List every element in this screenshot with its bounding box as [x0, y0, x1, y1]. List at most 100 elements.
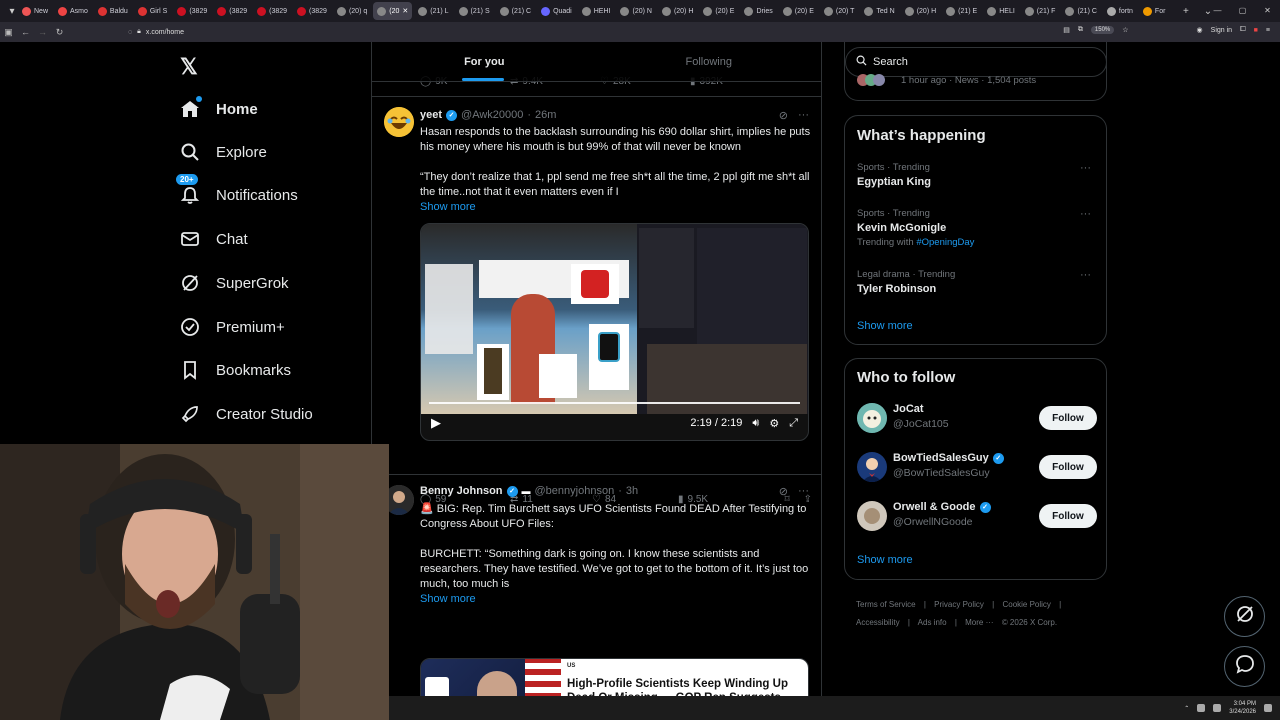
volume-icon[interactable]	[1213, 704, 1222, 712]
maximize-icon[interactable]: ▢	[1230, 0, 1255, 22]
sidebar-toggle-icon[interactable]: ▣	[0, 27, 17, 38]
browser-tab[interactable]: (21) S	[455, 2, 494, 20]
browser-tab[interactable]: New	[18, 2, 52, 20]
avatar[interactable]	[857, 452, 887, 482]
extensions-icon[interactable]: ⧠	[1240, 26, 1246, 34]
browser-tab[interactable]: (3829	[213, 2, 251, 20]
footer-link[interactable]: Cookie Policy	[1002, 600, 1050, 609]
author-handle[interactable]: @Awk20000	[461, 109, 523, 121]
browser-tab[interactable]: (20) E	[779, 2, 818, 20]
fullscreen-icon[interactable]: ⤢	[789, 417, 798, 430]
zoom-level[interactable]: 150%	[1090, 26, 1115, 34]
monitor-icon[interactable]	[1197, 704, 1206, 712]
grok-icon[interactable]: ⊘	[779, 109, 788, 122]
browser-tab[interactable]: (20) q	[333, 2, 371, 20]
browser-tab[interactable]: (21) L	[414, 2, 452, 20]
close-tab-icon[interactable]: ✕	[402, 7, 408, 15]
messages-fab[interactable]	[1224, 646, 1265, 687]
grok-fab[interactable]	[1224, 596, 1265, 637]
browser-tab[interactable]: (3829	[293, 2, 331, 20]
browser-tab[interactable]: For	[1139, 2, 1172, 20]
trend-hashtag[interactable]: #OpeningDay	[916, 237, 974, 248]
nav-item-supergrok[interactable]: SuperGrok	[180, 268, 289, 298]
nav-item-premium[interactable]: Premium+	[180, 312, 285, 342]
browser-tab[interactable]: (20) H	[658, 2, 697, 20]
extension-red-icon[interactable]: ■	[1254, 27, 1258, 34]
nav-item-creator-studio[interactable]: Creator Studio	[180, 399, 313, 429]
more-options-icon[interactable]: ···	[1080, 162, 1091, 174]
show-more-link[interactable]: Show more	[420, 200, 812, 215]
browser-tab[interactable]: (21) C	[1061, 2, 1100, 20]
pip-icon[interactable]: ⧉	[1078, 26, 1083, 34]
tweet-time[interactable]: 3h	[626, 485, 638, 497]
more-options-icon[interactable]: ···	[1080, 208, 1091, 220]
new-tab-icon[interactable]: +	[1178, 6, 1194, 17]
more-options-icon[interactable]: ···	[798, 485, 809, 498]
footer-link[interactable]: More ···	[965, 618, 993, 627]
footer-link[interactable]: Terms of Service	[856, 600, 916, 609]
forward-icon[interactable]: →	[34, 27, 51, 37]
star-icon[interactable]: ☆	[1122, 26, 1128, 34]
follow-button[interactable]: Follow	[1039, 455, 1097, 479]
tweet-benny-johnson[interactable]: Benny Johnson ✓ ▬ @bennyjohnson · 3h ⊘ ·…	[372, 474, 821, 696]
browser-tab[interactable]: (3829	[173, 2, 211, 20]
browser-tab[interactable]: (20) H	[901, 2, 940, 20]
close-window-icon[interactable]: ✕	[1255, 0, 1280, 22]
footer-link[interactable]: Accessibility	[856, 618, 900, 627]
reader-icon[interactable]: ▤	[1063, 26, 1070, 34]
tweet-yeet[interactable]: yeet ✓ @Awk20000 · 26m ⊘ ··· Hasan respo…	[372, 96, 821, 505]
account-icon[interactable]: ◉	[1197, 26, 1203, 34]
trend-item[interactable]: Sports · Trending Egyptian King ···	[857, 162, 1097, 188]
browser-tab[interactable]: (20) E	[699, 2, 738, 20]
article-card[interactable]: US High-Profile Scientists Keep Winding …	[420, 658, 809, 696]
notification-center-icon[interactable]	[1264, 704, 1272, 712]
browser-tab[interactable]: (20 ✕	[373, 2, 413, 20]
nav-item-home[interactable]: Home	[180, 94, 258, 124]
trend-item[interactable]: Sports · Trending Kevin McGonigle Trendi…	[857, 208, 1097, 248]
more-options-icon[interactable]: ···	[1080, 269, 1091, 281]
browser-tab[interactable]: (21) C	[496, 2, 535, 20]
author-handle[interactable]: @bennyjohnson	[535, 485, 615, 497]
browser-tab[interactable]: HELI	[983, 2, 1019, 20]
more-options-icon[interactable]: ···	[798, 109, 809, 122]
avatar[interactable]	[857, 501, 887, 531]
x-logo-icon[interactable]: 𝕏	[180, 54, 198, 80]
browser-tab[interactable]: Quadi	[537, 2, 576, 20]
grok-icon[interactable]: ⊘	[779, 485, 788, 498]
tab-for-you[interactable]: For you	[372, 42, 597, 81]
browser-tab[interactable]: Dries	[740, 2, 776, 20]
nav-item-notifications[interactable]: 20+ Notifications	[176, 174, 298, 210]
footer-link[interactable]: Privacy Policy	[934, 600, 984, 609]
video-player[interactable]: ▶ 2:19 / 2:19 🔊︎ ⚙︎ ⤢	[420, 223, 809, 441]
follow-suggestion[interactable]: Orwell & Goode ✓ @OrwellNGoode Follow	[857, 499, 1097, 535]
video-progress-bar[interactable]	[429, 402, 800, 404]
tab-following[interactable]: Following	[597, 42, 822, 81]
avatar[interactable]	[384, 107, 414, 137]
play-icon[interactable]: ▶	[431, 415, 441, 431]
tweet-time[interactable]: 26m	[535, 109, 556, 121]
trend-item[interactable]: Legal drama · Trending Tyler Robinson ··…	[857, 269, 1097, 295]
browser-tab[interactable]: (20) N	[616, 2, 655, 20]
browser-tab[interactable]: Ted N	[860, 2, 898, 20]
browser-tab[interactable]: HEHI	[578, 2, 615, 20]
settings-icon[interactable]: ⚙︎	[769, 417, 779, 430]
sign-in-link[interactable]: Sign in	[1211, 27, 1232, 34]
tab-list-icon[interactable]: ▾	[6, 6, 18, 17]
follow-button[interactable]: Follow	[1039, 406, 1097, 430]
author-name[interactable]: Benny Johnson	[420, 485, 503, 497]
menu-icon[interactable]: ≡	[1266, 27, 1270, 34]
back-icon[interactable]: ←	[17, 27, 34, 37]
follow-suggestion[interactable]: BowTiedSalesGuy ✓ @BowTiedSalesGuy Follow	[857, 450, 1097, 486]
nav-item-chat[interactable]: Chat	[180, 224, 248, 254]
show-more-link[interactable]: Show more	[420, 592, 812, 607]
volume-icon[interactable]: 🔊︎	[752, 417, 759, 430]
show-more-trends-link[interactable]: Show more	[857, 320, 913, 332]
browser-tab[interactable]: fortn	[1103, 2, 1137, 20]
browser-tab[interactable]: (20) T	[820, 2, 859, 20]
browser-tab[interactable]: Girl S	[134, 2, 172, 20]
minimize-icon[interactable]: —	[1205, 0, 1230, 22]
browser-tab[interactable]: (21) F	[1021, 2, 1060, 20]
nav-item-bookmarks[interactable]: Bookmarks	[180, 355, 291, 385]
address-bar[interactable]: ◌ 🔒︎ x.com/home	[128, 28, 184, 36]
follow-button[interactable]: Follow	[1039, 504, 1097, 528]
